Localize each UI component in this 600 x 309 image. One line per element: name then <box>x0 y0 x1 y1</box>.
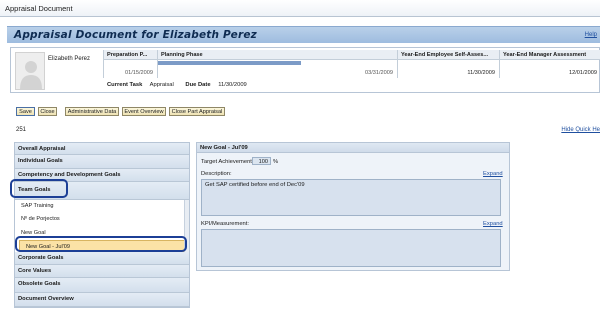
nav-core-values[interactable]: Core Values <box>15 265 189 278</box>
nav-overall-appraisal[interactable]: Overall Appraisal <box>15 143 189 155</box>
page-title: Appraisal Document for Elizabeth Perez <box>14 29 257 41</box>
phase-date: 01/15/2009 <box>125 70 153 76</box>
phase-date: 11/30/2009 <box>467 70 495 76</box>
planning-progress-bar <box>158 61 302 65</box>
nav-sub-projects[interactable]: Nº de Porjectos <box>15 213 185 227</box>
goal-detail-title: New Goal - Jul'09 <box>197 143 509 153</box>
phase-planning: Planning Phase 03/31/2009 <box>157 50 397 78</box>
avatar <box>15 52 45 90</box>
description-textarea[interactable]: Get SAP certified before end of Dec'09 <box>201 179 501 216</box>
nav-sub-sap-training[interactable]: SAP Training <box>15 200 185 213</box>
current-task-row: Current Task Appraisal Due Date 11/30/20… <box>107 82 257 88</box>
phase-date: 12/01/2009 <box>569 70 597 76</box>
description-expand-link[interactable]: Expand <box>483 171 503 177</box>
kpi-label: KPI/Measurement: <box>201 221 250 227</box>
save-button[interactable]: Save <box>16 107 35 116</box>
nav-competency-goals[interactable]: Competency and Development Goals <box>15 169 189 182</box>
goal-detail-panel: New Goal - Jul'09 Target Achievement: 10… <box>196 142 510 271</box>
close-part-appraisal-button[interactable]: Close Part Appraisal <box>169 107 225 116</box>
administrative-data-button[interactable]: Administrative Data <box>65 107 119 116</box>
due-date-value: 11/30/2009 <box>218 82 247 88</box>
nav-corporate-goals[interactable]: Corporate Goals <box>15 252 189 265</box>
kpi-textarea[interactable] <box>201 229 501 267</box>
description-label: Description: <box>201 171 232 177</box>
phase-preparation: Preparation P... 01/15/2009 <box>103 50 157 78</box>
target-achievement-input[interactable]: 100 <box>252 157 271 165</box>
nav-sub-new-goal[interactable]: New Goal <box>15 227 185 240</box>
employee-info-panel: Elizabeth Perez Preparation P... 01/15/2… <box>10 47 600 93</box>
current-task-value: Appraisal <box>149 82 174 88</box>
nav-team-goals[interactable]: Team Goals <box>15 182 189 200</box>
employee-name: Elizabeth Perez <box>48 56 91 62</box>
close-button[interactable]: Close <box>38 107 57 116</box>
kpi-expand-link[interactable]: Expand <box>483 221 503 227</box>
phase-date: 03/31/2009 <box>365 70 393 76</box>
nav-document-overview[interactable]: Document Overview <box>15 293 189 307</box>
phase-label: Preparation P... <box>104 50 157 60</box>
due-date-label: Due Date <box>185 82 211 88</box>
phase-label: Year-End Employee Self-Asses... <box>398 50 499 60</box>
phase-label: Planning Phase <box>158 50 397 60</box>
phase-self-assessment: Year-End Employee Self-Asses... 11/30/20… <box>397 50 499 78</box>
window-title: Appraisal Document <box>0 0 600 17</box>
event-overview-button[interactable]: Event Overview <box>122 107 166 116</box>
target-unit: % <box>273 159 279 165</box>
header-band: Appraisal Document for Elizabeth Perez H… <box>7 26 600 43</box>
phase-timeline: Preparation P... 01/15/2009 Planning Pha… <box>103 50 600 78</box>
phase-manager-assessment: Year-End Manager Assessment 12/01/2009 <box>499 50 600 78</box>
hide-quick-help-link[interactable]: Hide Quick He <box>561 127 600 133</box>
nav-sub-new-goal-jul09[interactable]: New Goal - Jul'09 <box>19 240 185 252</box>
target-achievement-label: Target Achievement: <box>201 159 254 165</box>
phase-label: Year-End Manager Assessment <box>500 50 600 60</box>
current-task-label: Current Task <box>107 82 143 88</box>
character-counter: 251 <box>16 127 27 133</box>
help-link[interactable]: Help <box>585 32 597 38</box>
nav-obsolete-goals[interactable]: Obsolete Goals <box>15 278 189 293</box>
nav-individual-goals[interactable]: Individual Goals <box>15 155 189 169</box>
appraisal-navigation: Overall Appraisal Individual Goals Compe… <box>14 142 190 308</box>
person-silhouette-icon <box>20 61 42 89</box>
submenu-scrollbar[interactable] <box>184 200 189 252</box>
